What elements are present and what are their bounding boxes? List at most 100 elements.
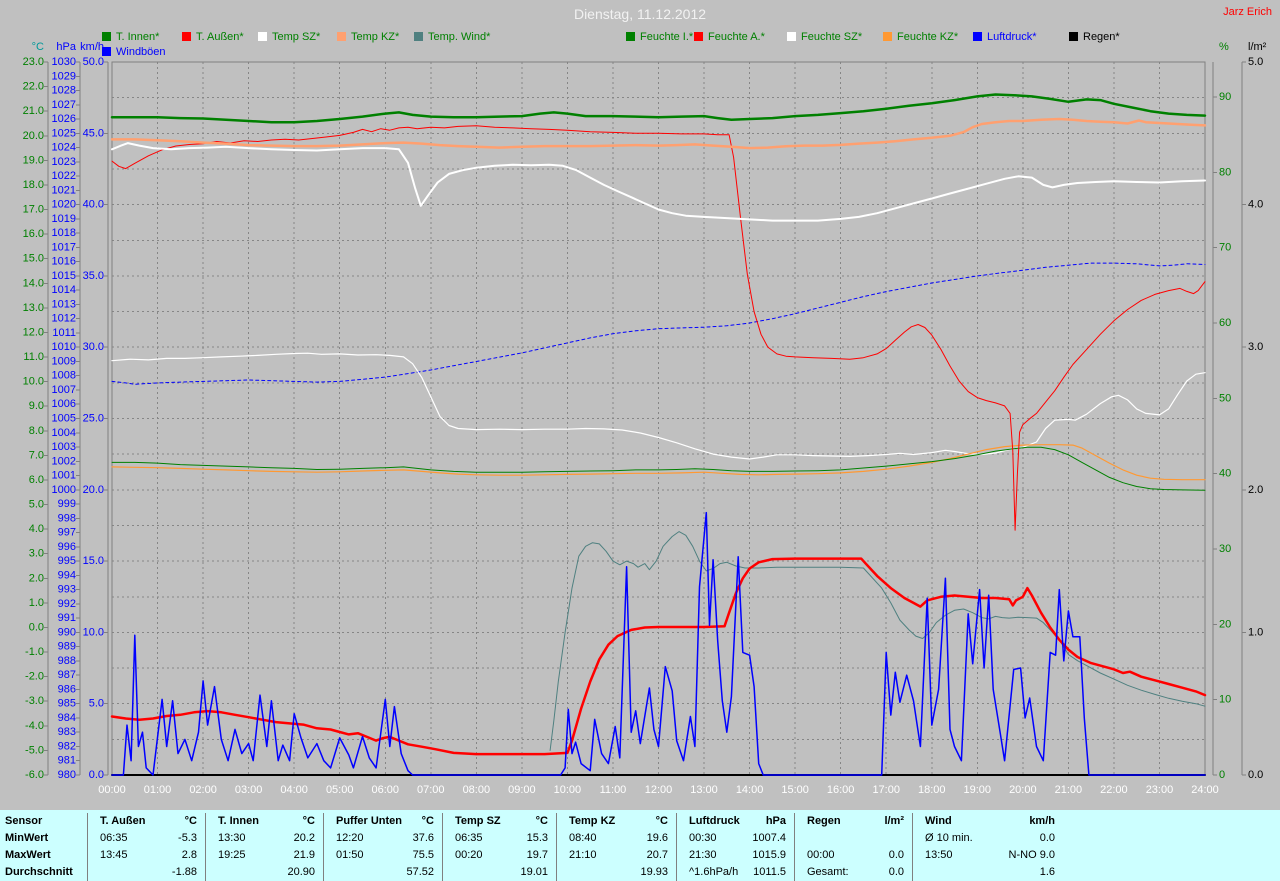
axis-tick-label: 20.0 <box>83 484 104 496</box>
axis-tick-label: 10 <box>1219 694 1231 706</box>
stats-header-luftdruck: Luftdruck hPa <box>677 813 794 830</box>
axis-tick-label: 995 <box>58 555 76 567</box>
axis-tick-label: 35.0 <box>83 270 104 282</box>
stats-row-label-text: Durchschnitt <box>5 866 73 878</box>
stats-corner: Sensor <box>0 813 87 830</box>
axis-tick-label: 999 <box>58 498 76 510</box>
x-tick-label: 23:00 <box>1146 784 1174 796</box>
axis-tick-label: 1003 <box>52 441 76 453</box>
axis-tick-label: 2.0 <box>1248 484 1263 496</box>
stats-cell-value: 19.93 <box>640 866 668 878</box>
axis-tick-label: 5.0 <box>29 499 44 511</box>
sensor-unit: °C <box>655 815 668 827</box>
sensor-name: T. Außen <box>100 815 146 827</box>
axis-tick-label: 11.0 <box>23 351 44 363</box>
stats-cell-time: 00:00 <box>807 849 835 861</box>
stats-cell-value: 1015.9 <box>752 849 786 861</box>
axis-tick-label: 1009 <box>52 355 76 367</box>
axis-tick-label: 1022 <box>52 170 76 182</box>
axis-tick-label: 1012 <box>52 313 76 325</box>
stats-cell-value: 0.0 <box>888 866 904 878</box>
stats-cell-time: 21:30 <box>689 849 717 861</box>
sensor-name: Temp KZ <box>569 815 616 827</box>
axis-tick-label: 8.0 <box>29 425 44 437</box>
axis-tick-label: 70 <box>1219 242 1231 254</box>
axis-unit-l/m²: l/m² <box>1248 41 1267 53</box>
x-tick-label: 12:00 <box>645 784 673 796</box>
stats-cell <box>795 830 912 847</box>
axis-tick-label: 990 <box>58 626 76 638</box>
stats-table: Sensor MinWert MaxWert Durchschnitt T. Außen… <box>0 810 1280 881</box>
stats-cell-value: 1007.4 <box>752 832 786 844</box>
x-tick-label: 16:00 <box>827 784 855 796</box>
axis-tick-label: 1014 <box>52 284 76 296</box>
x-tick-label: 07:00 <box>417 784 445 796</box>
stats-cell-time: 00:20 <box>455 849 483 861</box>
stats-row-label: MinWert <box>0 830 87 847</box>
axis-tick-label: 17.0 <box>23 204 44 216</box>
axis-tick-label: 1027 <box>52 99 76 111</box>
axis-tick-label: 1025 <box>52 127 76 139</box>
axis-tick-label: 21.0 <box>23 105 44 117</box>
stats-header-temp-sz: Temp SZ °C <box>443 813 556 830</box>
stats-cell-time: 19:25 <box>218 849 246 861</box>
axis-tick-label: 6.0 <box>29 474 44 486</box>
axis-tick-label: 30 <box>1219 543 1231 555</box>
axis-tick-label: -3.0 <box>25 695 44 707</box>
axis-tick-label: 986 <box>58 683 76 695</box>
axis-tick-label: 1028 <box>52 85 76 97</box>
stats-column: Temp SZ °C 06:35 15.3 00:20 19.7 19.01 <box>443 813 557 881</box>
axis-tick-label: -6.0 <box>25 769 44 781</box>
stats-cell-time: 12:20 <box>336 832 364 844</box>
stats-cell: 06:35 15.3 <box>443 830 556 847</box>
stats-cell: 08:40 19.6 <box>557 830 676 847</box>
x-tick-label: 14:00 <box>736 784 764 796</box>
stats-cell-value: 1011.5 <box>753 866 786 878</box>
axis-tick-label: 9.0 <box>29 400 44 412</box>
axis-tick-label: 1023 <box>52 156 76 168</box>
axis-tick-label: 982 <box>58 740 76 752</box>
x-tick-label: 10:00 <box>554 784 582 796</box>
axis-tick-label: 987 <box>58 669 76 681</box>
stats-cell-value: 20.7 <box>646 849 668 861</box>
x-tick-label: 11:00 <box>600 784 627 796</box>
x-tick-label: 08:00 <box>463 784 491 796</box>
stats-cell-time: 06:35 <box>100 832 128 844</box>
axis-tick-label: 989 <box>58 641 76 653</box>
axis-tick-label: 991 <box>58 612 76 624</box>
stats-cell: 21:30 1015.9 <box>677 847 794 864</box>
axis-tick-label: 23.0 <box>23 56 44 68</box>
stats-cell-time: 13:50 <box>925 849 953 861</box>
stats-cell-value: 0.0 <box>888 849 904 861</box>
axis-tick-label: 7.0 <box>29 449 44 461</box>
axis-tick-label: -1.0 <box>25 646 44 658</box>
axis-tick-label: 1019 <box>52 213 76 225</box>
axis-tick-label: 10.0 <box>83 626 104 638</box>
sensor-name: T. Innen <box>218 815 259 827</box>
axis-tick-label: 993 <box>58 584 76 596</box>
axis-tick-label: 1000 <box>52 484 76 496</box>
x-tick-label: 17:00 <box>872 784 900 796</box>
stats-column: T. Außen °C 06:35 -5.3 13:45 2.8 -1.88 <box>88 813 206 881</box>
axis-tick-label: 20 <box>1219 618 1231 630</box>
stats-cell: 1.6 <box>913 864 1063 881</box>
stats-cell-time: 13:45 <box>100 849 128 861</box>
axis-tick-label: 50 <box>1219 392 1231 404</box>
x-tick-label: 02:00 <box>189 784 217 796</box>
sensor-unit: l/m² <box>884 815 904 827</box>
axis-tick-label: -4.0 <box>25 720 44 732</box>
stats-cell-time: 00:30 <box>689 832 717 844</box>
stats-cell: 00:30 1007.4 <box>677 830 794 847</box>
axis-tick-label: 14.0 <box>23 277 44 289</box>
stats-cell-value: 75.5 <box>412 849 434 861</box>
sensor-unit: °C <box>535 815 548 827</box>
x-tick-label: 20:00 <box>1009 784 1037 796</box>
axis-tick-label: 19.0 <box>23 154 44 166</box>
sensor-name: Regen <box>807 815 841 827</box>
axis-tick-label: 988 <box>58 655 76 667</box>
axis-tick-label: 1018 <box>52 227 76 239</box>
axis-tick-label: 1002 <box>52 455 76 467</box>
stats-cell-value: 20.90 <box>287 866 315 878</box>
stats-cell-value: 21.9 <box>293 849 315 861</box>
stats-column: T. Innen °C 13:30 20.2 19:25 21.9 20.90 <box>206 813 324 881</box>
